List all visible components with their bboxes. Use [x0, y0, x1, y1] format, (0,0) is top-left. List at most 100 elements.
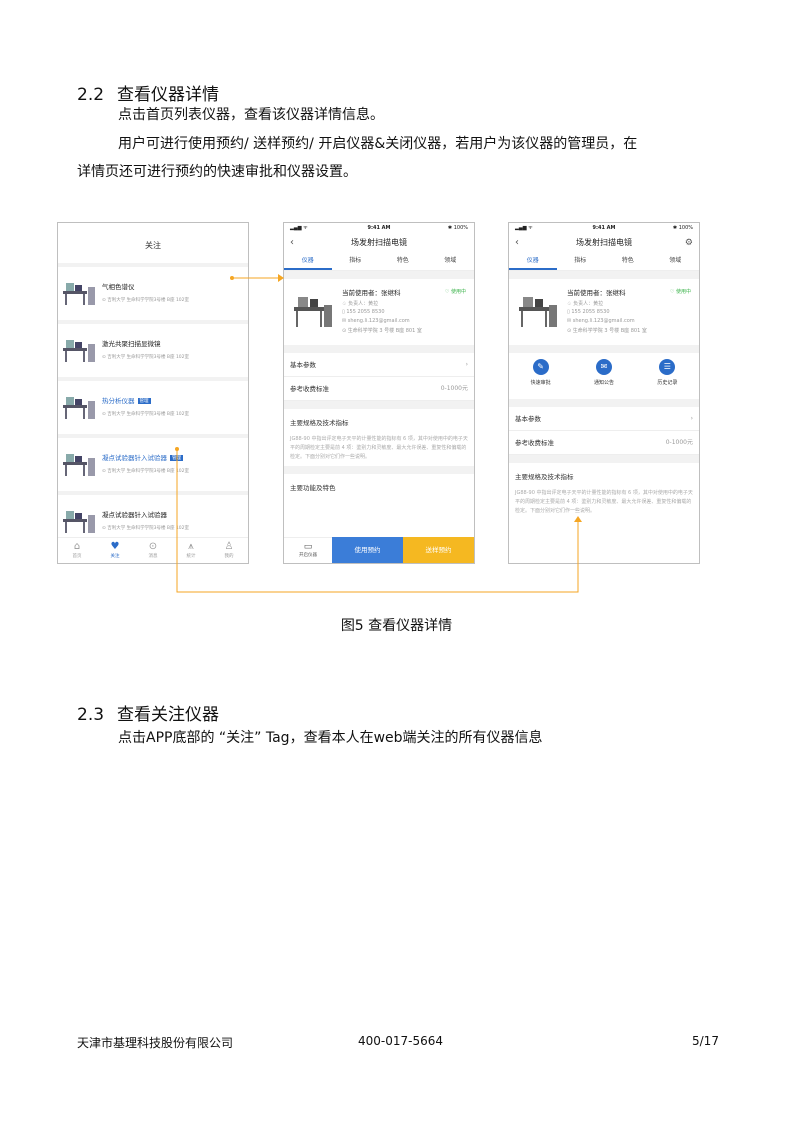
section-number: 2.2 — [77, 85, 105, 105]
tab-fields[interactable]: 领域 — [427, 253, 475, 270]
paragraph: 详情页还可进行预约的快速审批和仪器设置。 — [77, 164, 357, 180]
admin-tag: 管理 — [170, 455, 183, 461]
chevron-right-icon: › — [690, 415, 693, 422]
tab-mine[interactable]: ♙ 我的 — [210, 538, 248, 563]
instrument-thumbnail — [63, 397, 95, 419]
footer-company: 天津市基理科技股份有限公司 — [77, 1036, 234, 1050]
footer-page: 5/17 — [692, 1034, 719, 1048]
list-item[interactable]: 热分析仪器 管理 ⊙ 吉利大学 生命科学学院3号楼 B座 102室 — [58, 381, 248, 438]
tab-fields[interactable]: 领域 — [652, 253, 700, 270]
list-nav-title: 关注 — [58, 223, 248, 267]
list-item[interactable]: 激光共聚扫描显微镜 ⊙ 吉利大学 生命科学学院3号楼 B座 102室 — [58, 324, 248, 381]
heart-icon: ♥ — [110, 541, 120, 552]
address: ⊙ 生命科学学院 3 号楼 B座 801 室 — [342, 328, 422, 334]
instrument-name: 热分析仪器 管理 — [102, 397, 151, 405]
tab-indicators[interactable]: 指标 — [557, 253, 605, 270]
detail-tabs: 仪器 指标 特色 领域 — [284, 253, 474, 271]
section-number: 2.3 — [77, 705, 105, 725]
history-button[interactable]: ☰ 历史记录 — [636, 353, 699, 399]
fee-row: 参考收费标准 0-1000元 — [284, 377, 474, 401]
tab-instrument[interactable]: 仪器 — [509, 253, 557, 270]
paragraph: 点击APP底部的 “关注” Tag，查看本人在web端关注的所有仪器信息 — [118, 730, 543, 746]
gear-icon[interactable]: ⚙ — [685, 233, 693, 253]
status-badge: ♡ 使用中 — [444, 289, 466, 295]
instrument-title: 场发射扫描电镜 — [576, 238, 632, 247]
list-item[interactable]: 气相色谱仪 ⊙ 吉利大学 生命科学学院3号楼 B座 102室 — [58, 267, 248, 324]
instrument-image — [294, 297, 332, 327]
use-reservation-button[interactable]: 使用预约 — [332, 537, 403, 563]
detail-navbar: ‹ 场发射扫描电镜 ⚙ — [509, 233, 699, 253]
instrument-name: 气相色谱仪 — [102, 283, 135, 291]
figure-caption: 图5 查看仪器详情 — [340, 618, 453, 634]
action-bar: ▭ 开启仪器 使用预约 送样预约 — [284, 537, 474, 563]
home-icon: ⌂ — [73, 541, 81, 552]
instrument-location: ⊙ 吉利大学 生命科学学院3号楼 B座 102室 — [102, 412, 190, 417]
instrument-thumbnail — [63, 454, 95, 476]
fee-row: 参考收费标准 0-1000元 — [509, 431, 699, 455]
footer-phone: 400-017-5664 — [358, 1034, 444, 1048]
phone-admin-screen: ▂▄▆ ᯤ 9:41 AM ✱ 100% ‹ 场发射扫描电镜 ⚙ 仪器 指标 特… — [508, 222, 700, 564]
basic-params-row[interactable]: 基本参数 › — [284, 353, 474, 377]
instrument-name: 激光共聚扫描显微镜 — [102, 340, 161, 348]
list-item[interactable]: 凝点试验器针入试验器 管理 ⊙ 吉利大学 生命科学学院3号楼 B座 102室 — [58, 438, 248, 495]
approve-icon: ✎ — [532, 359, 549, 375]
message-icon: ⊙ — [148, 541, 158, 552]
current-user: 当前使用者：张继科 — [567, 289, 626, 297]
notice-button[interactable]: ✉ 通知公告 — [572, 353, 635, 399]
owner: ♤ 负责人：黄拉 — [342, 301, 379, 307]
current-user: 当前使用者：张继科 — [342, 289, 401, 297]
notice-icon: ✉ — [595, 359, 612, 375]
func-title: 主要功能及特色 — [290, 484, 336, 492]
bottom-tabbar: ⌂ 首页 ♥ 关注 ⊙ 消息 ⩚ 统计 ♙ 我的 — [58, 537, 248, 563]
device-icon: ▭ — [303, 542, 313, 552]
owner: ♤ 负责人：黄拉 — [567, 301, 604, 307]
email: ✉ sheng.li.123@gmail.com — [567, 318, 635, 324]
detail-navbar: ‹ 场发射扫描电镜 — [284, 233, 474, 253]
instrument-image — [519, 297, 557, 327]
instrument-location: ⊙ 吉利大学 生命科学学院3号楼 B座 102室 — [102, 355, 190, 360]
tab-stats[interactable]: ⩚ 统计 — [172, 538, 210, 563]
instrument-location: ⊙ 吉利大学 生命科学学院3号楼 B座 102室 — [102, 469, 190, 474]
instrument-thumbnail — [63, 283, 95, 305]
spec-text: JG88-90 中指出评定电子天平的计量性能的指标有 6 项，其中对使用中的电子… — [515, 490, 693, 514]
spec-text: JG88-90 中指出评定电子天平的计量性能的指标有 6 项，其中对使用中的电子… — [290, 436, 468, 460]
email: ✉ sheng.li.123@gmail.com — [342, 318, 410, 324]
status-bar: ▂▄▆ ᯤ 9:41 AM ✱ 100% — [290, 225, 468, 231]
paragraph: 点击首页列表仪器，查看该仪器详情信息。 — [118, 107, 384, 123]
tab-indicators[interactable]: 指标 — [332, 253, 380, 270]
tab-home[interactable]: ⌂ 首页 — [58, 538, 96, 563]
sample-reservation-button[interactable]: 送样预约 — [403, 537, 474, 563]
phone-detail-screen: ▂▄▆ ᯤ 9:41 AM ✱ 100% ‹ 场发射扫描电镜 仪器 指标 特色 … — [283, 222, 475, 564]
section-2-3-heading: 2.3 查看关注仪器 — [77, 700, 219, 725]
section-title: 查看关注仪器 — [117, 705, 219, 725]
instrument-name: 凝点试验器针入试验器 — [102, 511, 167, 519]
quick-actions: ✎ 快速审批 ✉ 通知公告 ☰ 历史记录 — [509, 353, 699, 399]
tab-instrument[interactable]: 仪器 — [284, 253, 332, 270]
instrument-location: ⊙ 吉利大学 生命科学学院3号楼 B座 102室 — [102, 298, 190, 303]
back-icon[interactable]: ‹ — [515, 233, 519, 253]
phone-number: ▯ 155 2055 8530 — [567, 309, 610, 315]
status-bar: ▂▄▆ ᯤ 9:41 AM ✱ 100% — [515, 225, 693, 231]
chevron-right-icon: › — [465, 361, 468, 368]
chart-icon: ⩚ — [188, 541, 194, 552]
instrument-card: 当前使用者：张继科 ♡ 使用中 ♤ 负责人：黄拉 ▯ 155 2055 8530… — [284, 279, 474, 345]
tab-follow[interactable]: ♥ 关注 — [96, 538, 134, 563]
spec-title: 主要规格及技术指标 — [515, 473, 574, 481]
tab-features[interactable]: 特色 — [379, 253, 427, 270]
instrument-title: 场发射扫描电镜 — [351, 238, 407, 247]
basic-params-row[interactable]: 基本参数 › — [509, 407, 699, 431]
status-badge: ♡ 使用中 — [669, 289, 691, 295]
tab-message[interactable]: ⊙ 消息 — [134, 538, 172, 563]
admin-tag: 管理 — [137, 398, 151, 404]
tab-features[interactable]: 特色 — [604, 253, 652, 270]
instrument-card: 当前使用者：张继科 ♡ 使用中 ♤ 负责人：黄拉 ▯ 155 2055 8530… — [509, 279, 699, 345]
detail-tabs: 仪器 指标 特色 领域 — [509, 253, 699, 271]
open-instrument-button[interactable]: ▭ 开启仪器 — [284, 537, 332, 563]
instrument-thumbnail — [63, 511, 95, 533]
history-icon: ☰ — [659, 359, 676, 375]
quick-approve-button[interactable]: ✎ 快速审批 — [509, 353, 572, 399]
instrument-thumbnail — [63, 340, 95, 362]
phone-number: ▯ 155 2055 8530 — [342, 309, 385, 315]
back-icon[interactable]: ‹ — [290, 233, 294, 253]
phone-list-screen: 关注 气相色谱仪 ⊙ 吉利大学 生命科学学院3号楼 B座 102室 激光共聚扫描显微… — [57, 222, 249, 564]
